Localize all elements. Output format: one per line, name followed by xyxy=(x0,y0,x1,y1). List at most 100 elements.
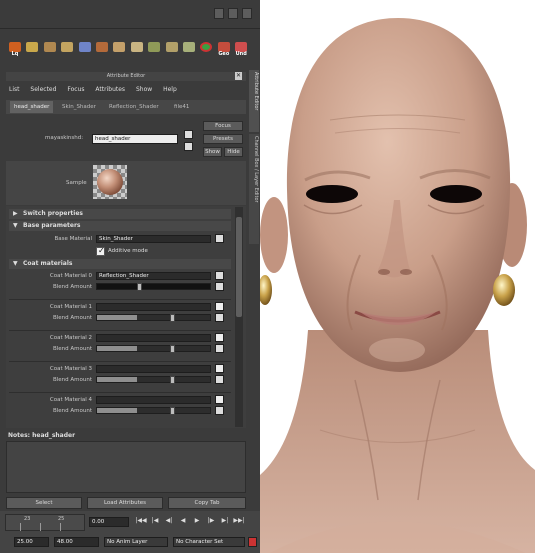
blend-connect-icon[interactable] xyxy=(215,344,224,353)
next-key-icon[interactable]: |▶ xyxy=(204,517,218,524)
slider-knob[interactable] xyxy=(169,376,175,384)
tool-settings-icon[interactable] xyxy=(242,8,252,19)
menu-list[interactable]: List xyxy=(9,86,20,93)
blend-amount-slider[interactable] xyxy=(96,314,211,322)
tab-skin-shader[interactable]: Skin_Shader xyxy=(58,101,100,113)
scrollbar-track[interactable] xyxy=(235,207,243,427)
shelf-button-checker-icon[interactable] xyxy=(43,42,57,58)
blend-connect-icon[interactable] xyxy=(215,406,224,415)
last-frame-icon[interactable]: ▶▶| xyxy=(232,517,246,524)
menu-focus[interactable]: Focus xyxy=(67,86,84,93)
select-button[interactable]: Select xyxy=(6,497,82,509)
switch-properties-label: Switch properties xyxy=(23,210,83,217)
input-connection-icon[interactable] xyxy=(184,130,193,139)
layout-icon[interactable] xyxy=(214,8,224,19)
hide-button[interactable]: Hide xyxy=(224,147,243,157)
coat-material-connect-icon[interactable] xyxy=(215,302,224,311)
blend-amount-slider[interactable] xyxy=(96,407,211,415)
coat-material-field[interactable] xyxy=(96,334,211,342)
shelf-button-und-icon[interactable]: Und xyxy=(234,42,248,58)
switch-properties-section[interactable]: ▶ Switch properties xyxy=(9,209,231,219)
coat-material-field[interactable] xyxy=(96,396,211,404)
render-view xyxy=(260,0,535,553)
coat-separator xyxy=(9,299,231,300)
shelf-button-layer-icon[interactable] xyxy=(165,42,179,58)
character-set-dropdown[interactable]: No Character Set xyxy=(173,537,245,547)
step-back-icon[interactable]: |◀ xyxy=(148,517,162,524)
paint-icon xyxy=(61,42,74,52)
blend-connect-icon[interactable] xyxy=(215,313,224,322)
shelf-button-capsule-icon[interactable] xyxy=(95,42,109,58)
tab-reflection-shader[interactable]: Reflection_Shader xyxy=(105,101,163,113)
attribute-editor-title: Attribute Editor xyxy=(6,72,246,81)
copy-tab-button[interactable]: Copy Tab xyxy=(168,497,246,509)
current-time-field[interactable]: 0.00 xyxy=(89,517,129,527)
slider-knob[interactable] xyxy=(169,345,175,353)
additive-mode-checkbox[interactable]: ✓ xyxy=(96,246,105,256)
range-end-field[interactable]: 48.00 xyxy=(54,537,99,547)
play-forward-icon[interactable]: ▶ xyxy=(190,517,204,524)
side-tab-channel-box[interactable]: Channel Box / Layer Editor xyxy=(249,134,259,244)
base-material-connect-icon[interactable] xyxy=(215,234,224,243)
tick-mark xyxy=(60,523,61,531)
blend-connect-icon[interactable] xyxy=(215,375,224,384)
blend-amount-slider[interactable] xyxy=(96,283,211,291)
coat-materials-section[interactable]: ▼ Coat materials xyxy=(9,259,231,269)
base-material-field[interactable]: Skin_Shader xyxy=(96,235,211,243)
coat-material-field[interactable] xyxy=(96,303,211,311)
step-forward-icon[interactable]: ▶| xyxy=(218,517,232,524)
scrollbar-thumb[interactable] xyxy=(236,217,242,317)
tab-head-shader[interactable]: head_shader xyxy=(10,101,54,113)
node-name-field[interactable]: head_shader xyxy=(92,134,178,144)
menu-selected[interactable]: Selected xyxy=(30,86,56,93)
blend-amount-slider[interactable] xyxy=(96,376,211,384)
tick-mark xyxy=(20,523,21,531)
attribute-editor-menu: List Selected Focus Attributes Show Help xyxy=(9,86,186,93)
shelf-button-cone-icon[interactable] xyxy=(78,42,92,58)
shelf-button-paint-icon[interactable] xyxy=(60,42,74,58)
coat-material-field[interactable] xyxy=(96,365,211,373)
auto-key-icon[interactable] xyxy=(248,537,257,547)
notes-textarea[interactable] xyxy=(6,441,246,493)
menu-help[interactable]: Help xyxy=(163,86,177,93)
swatch-checker xyxy=(93,165,127,199)
shelf-button-leaf-icon[interactable] xyxy=(182,42,196,58)
first-frame-icon[interactable]: |◀◀ xyxy=(134,517,148,524)
shelf-button-lq-icon[interactable]: Lq xyxy=(8,42,22,58)
output-connection-icon[interactable] xyxy=(184,142,193,151)
shelf-button-brush-icon[interactable] xyxy=(112,42,126,58)
tab-file41[interactable]: file41 xyxy=(170,101,193,113)
time-slider[interactable]: 23 25 xyxy=(5,514,85,531)
anim-layer-dropdown[interactable]: No Anim Layer xyxy=(104,537,168,547)
close-icon[interactable]: ✕ xyxy=(235,72,242,80)
slider-knob[interactable] xyxy=(169,314,175,322)
show-button[interactable]: Show xyxy=(203,147,222,157)
slider-knob[interactable] xyxy=(137,283,142,291)
coat-material-connect-icon[interactable] xyxy=(215,364,224,373)
play-back-icon[interactable]: ◀ xyxy=(176,517,190,524)
channel-box-icon[interactable] xyxy=(228,8,238,19)
coat-material-field[interactable]: Reflection_Shader xyxy=(96,272,211,280)
slider-knob[interactable] xyxy=(169,407,175,415)
menu-attributes[interactable]: Attributes xyxy=(95,86,125,93)
shelf-button-target-icon[interactable] xyxy=(199,42,213,58)
blend-connect-icon[interactable] xyxy=(215,282,224,291)
coat-material-connect-icon[interactable] xyxy=(215,333,224,342)
shelf-button-wrench-icon[interactable] xyxy=(130,42,144,58)
shelf-button-geo-icon[interactable]: Geo xyxy=(217,42,231,58)
blend-amount-slider[interactable] xyxy=(96,345,211,353)
prev-key-icon[interactable]: ◀| xyxy=(162,517,176,524)
coat-material-label: Coat Material 2 xyxy=(49,335,92,341)
shelf-button-pencil-icon[interactable] xyxy=(147,42,161,58)
focus-button[interactable]: Focus xyxy=(203,121,243,131)
side-tab-attribute-editor[interactable]: Attribute Editor xyxy=(249,70,259,132)
presets-button[interactable]: Presets xyxy=(203,134,243,144)
menu-show[interactable]: Show xyxy=(136,86,152,93)
coat-material-connect-icon[interactable] xyxy=(215,395,224,404)
base-parameters-section[interactable]: ▼ Base parameters xyxy=(9,221,231,231)
range-start-field[interactable]: 25.00 xyxy=(14,537,49,547)
load-attributes-button[interactable]: Load Attributes xyxy=(87,497,163,509)
coat-material-connect-icon[interactable] xyxy=(215,271,224,280)
shelf-button-uv-grid-icon[interactable] xyxy=(25,42,39,58)
additive-mode-label: Additive mode xyxy=(108,248,148,254)
